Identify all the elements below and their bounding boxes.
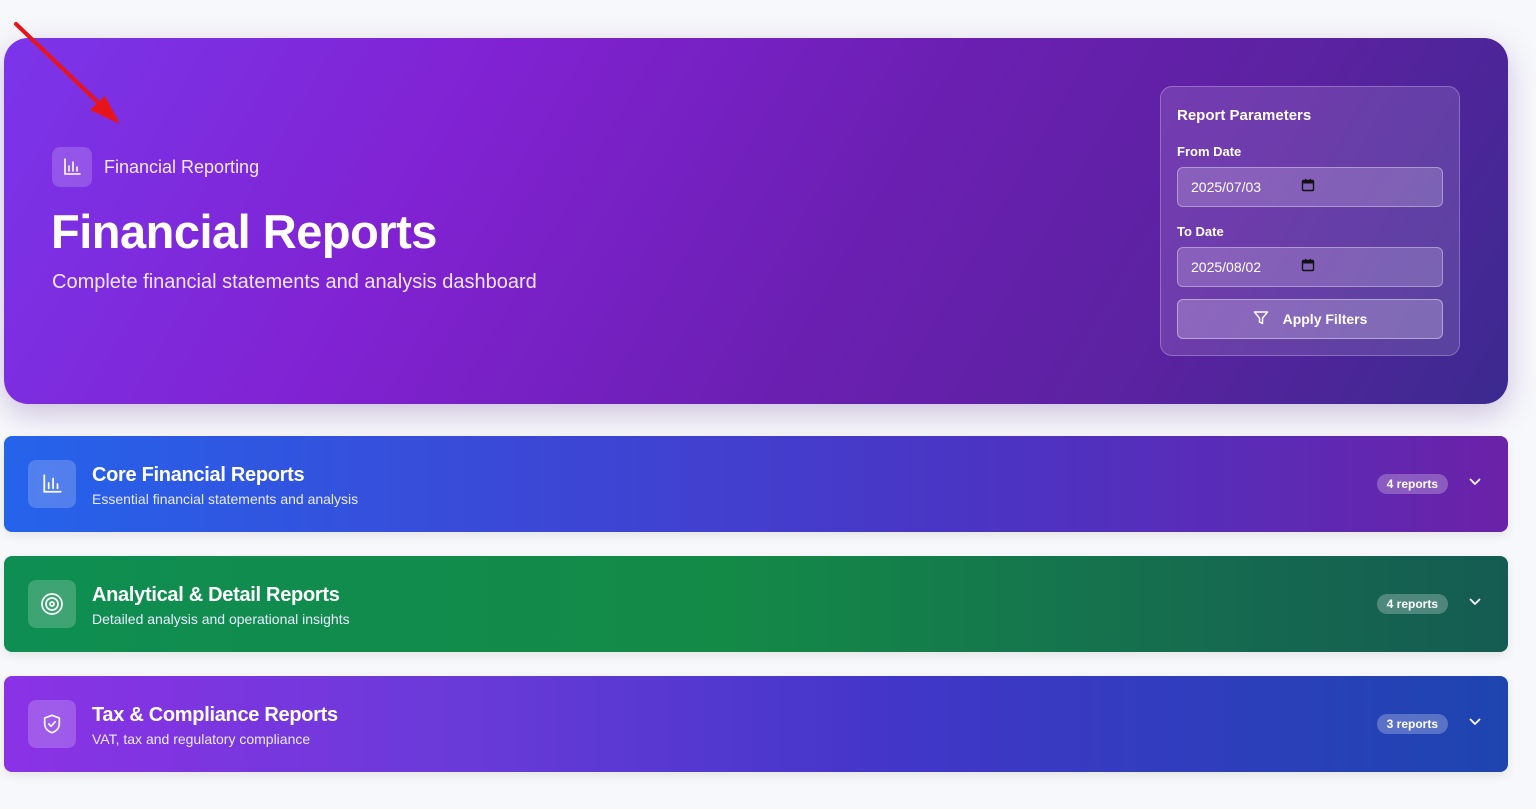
category-title: Core Financial Reports	[92, 464, 305, 486]
chevron-down-icon[interactable]	[1468, 475, 1482, 494]
bar-chart-icon	[28, 460, 76, 508]
page-subtitle: Complete financial statements and analys…	[52, 271, 537, 293]
category-core-financial-reports[interactable]: Core Financial Reports Essential financi…	[4, 436, 1508, 532]
target-icon	[28, 580, 76, 628]
category-analytical-detail-reports[interactable]: Analytical & Detail Reports Detailed ana…	[4, 556, 1508, 652]
hero-eyebrow: Financial Reporting	[52, 147, 259, 187]
category-title: Tax & Compliance Reports	[92, 704, 338, 726]
category-description: Essential financial statements and analy…	[92, 491, 359, 507]
chevron-down-icon[interactable]	[1468, 715, 1482, 734]
category-title: Analytical & Detail Reports	[92, 584, 340, 606]
apply-filters-button[interactable]: Apply Filters	[1177, 299, 1443, 339]
from-date-input[interactable]: 2025/07/03	[1177, 167, 1443, 207]
to-date-value: 2025/08/02	[1191, 259, 1262, 275]
hero-eyebrow-label: Financial Reporting	[104, 156, 260, 177]
page-title: Financial Reports	[51, 205, 437, 258]
calendar-icon[interactable]	[1301, 178, 1315, 197]
category-tax-compliance-reports[interactable]: Tax & Compliance Reports VAT, tax and re…	[4, 676, 1508, 772]
page: Financial Reporting Financial Reports Co…	[0, 0, 1536, 809]
apply-filters-label: Apply Filters	[1282, 311, 1368, 327]
filter-icon	[1253, 310, 1269, 329]
report-parameters-title: Report Parameters	[1177, 107, 1312, 124]
shield-check-icon	[28, 700, 76, 748]
report-count-badge: 4 reports	[1376, 474, 1448, 494]
annotation-arrow-icon	[14, 22, 120, 124]
to-date-input[interactable]: 2025/08/02	[1177, 247, 1443, 287]
chevron-down-icon[interactable]	[1468, 595, 1482, 614]
report-parameters-panel: Report Parameters From Date 2025/07/03 T…	[1160, 86, 1460, 356]
report-count-badge: 4 reports	[1376, 594, 1448, 614]
category-description: VAT, tax and regulatory compliance	[92, 731, 311, 747]
category-description: Detailed analysis and operational insigh…	[92, 611, 350, 627]
report-count-badge: 3 reports	[1376, 714, 1448, 734]
hero-banner: Financial Reporting Financial Reports Co…	[4, 38, 1508, 404]
calendar-icon[interactable]	[1301, 258, 1315, 277]
from-date-label: From Date	[1177, 144, 1242, 159]
bar-chart-icon	[52, 147, 92, 187]
from-date-value: 2025/07/03	[1191, 179, 1262, 195]
to-date-label: To Date	[1177, 224, 1224, 239]
